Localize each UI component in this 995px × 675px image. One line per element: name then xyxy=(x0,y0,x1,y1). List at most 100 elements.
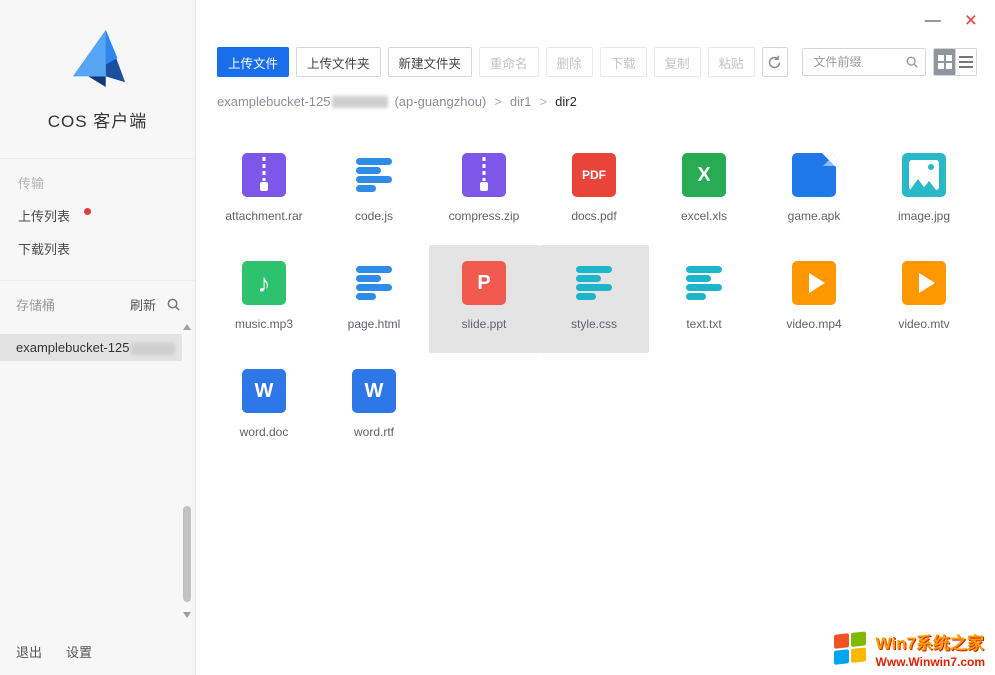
redacted-bucket-suffix xyxy=(332,96,388,108)
file-prefix-search[interactable] xyxy=(802,48,926,76)
settings-button[interactable]: 设置 xyxy=(66,642,92,661)
apk-file-icon xyxy=(792,153,836,197)
file-name-label: video.mtv xyxy=(898,317,949,331)
scroll-up-icon[interactable] xyxy=(183,324,191,330)
file-name-label: text.txt xyxy=(686,317,721,331)
file-name-label: style.css xyxy=(571,317,617,331)
breadcrumb-separator: > xyxy=(494,94,502,109)
sidebar-footer: 退出 设置 xyxy=(16,642,92,661)
window-controls: — × xyxy=(925,10,977,31)
file-tile-game.apk[interactable]: game.apk xyxy=(759,137,869,245)
upload-folder-button[interactable]: 上传文件夹 xyxy=(296,47,381,77)
cos-client-window: COS 客户端 传输 上传列表 下载列表 存储桶 刷新 examplebucke… xyxy=(0,0,995,675)
rar-archive-icon xyxy=(242,153,286,197)
toolbar-button-group: 上传文件上传文件夹新建文件夹重命名删除下载复制粘贴 xyxy=(217,47,755,77)
list-view-icon xyxy=(959,56,973,68)
video-file-icon xyxy=(792,261,836,305)
main-panel: — × 上传文件上传文件夹新建文件夹重命名删除下载复制粘贴 xyxy=(197,0,995,675)
download-button: 下载 xyxy=(600,47,647,77)
breadcrumb-separator: > xyxy=(540,94,548,109)
pdf-file-icon: PDF xyxy=(572,153,616,197)
txt-file-icon xyxy=(682,261,726,305)
file-tile-video.mp4[interactable]: video.mp4 xyxy=(759,245,869,353)
file-tile-attachment.rar[interactable]: attachment.rar xyxy=(209,137,319,245)
search-icon[interactable] xyxy=(905,55,919,69)
file-tile-slide.ppt[interactable]: Pslide.ppt xyxy=(429,245,539,353)
win7-flag-icon xyxy=(834,631,868,667)
rename-button: 重命名 xyxy=(479,47,539,77)
storage-label: 存储桶 xyxy=(16,295,130,314)
music-file-icon: ♪ xyxy=(242,261,286,305)
breadcrumb-dir-dir1[interactable]: dir1 xyxy=(510,94,532,109)
storage-section-header: 存储桶 刷新 xyxy=(0,280,195,324)
download-list-label: 下载列表 xyxy=(18,242,70,257)
upload-file-button[interactable]: 上传文件 xyxy=(217,47,289,77)
file-name-label: page.html xyxy=(348,317,401,331)
sidebar-item-download-list[interactable]: 下载列表 xyxy=(0,233,195,266)
watermark-title: Win7系统之家 xyxy=(876,629,985,654)
file-name-label: word.doc xyxy=(240,425,289,439)
grid-view-icon xyxy=(938,55,952,69)
sidebar-item-upload-list[interactable]: 上传列表 xyxy=(0,200,195,233)
bucket-refresh-link[interactable]: 刷新 xyxy=(130,295,156,314)
sidebar-scrollbar[interactable] xyxy=(182,322,193,620)
app-title: COS 客户端 xyxy=(0,107,195,132)
upload-activity-dot-icon xyxy=(84,208,91,215)
file-name-label: image.jpg xyxy=(898,209,950,223)
logout-button[interactable]: 退出 xyxy=(16,642,42,661)
sidebar: COS 客户端 传输 上传列表 下载列表 存储桶 刷新 examplebucke… xyxy=(0,0,196,675)
bucket-search-icon[interactable] xyxy=(166,297,181,312)
sidebar-item-transfer[interactable]: 传输 xyxy=(0,167,195,200)
refresh-button[interactable] xyxy=(762,47,789,77)
file-tile-image.jpg[interactable]: image.jpg xyxy=(869,137,979,245)
app-logo xyxy=(0,0,195,93)
bucket-list-item[interactable]: examplebucket-125 xyxy=(0,334,182,361)
watermark: Win7系统之家 Www.Winwin7.com xyxy=(834,629,985,669)
grid-view-toggle[interactable] xyxy=(934,49,955,75)
scroll-down-icon[interactable] xyxy=(183,612,191,618)
file-name-label: excel.xls xyxy=(681,209,727,223)
ppt-file-icon: P xyxy=(462,261,506,305)
breadcrumb-bucket[interactable]: examplebucket-125 xyxy=(217,94,330,109)
file-tile-word.doc[interactable]: Wword.doc xyxy=(209,353,319,461)
file-grid: attachment.rar code.js compress.zipPDFdocs… xyxy=(209,137,995,461)
list-view-toggle[interactable] xyxy=(955,49,976,75)
breadcrumb: examplebucket-125 (ap-guangzhou) > dir1 > d… xyxy=(197,94,995,109)
breadcrumb-region: (ap-guangzhou) xyxy=(394,94,486,109)
close-button[interactable]: × xyxy=(965,10,977,31)
word-file-icon: W xyxy=(242,369,286,413)
file-tile-docs.pdf[interactable]: PDFdocs.pdf xyxy=(539,137,649,245)
minimize-button[interactable]: — xyxy=(925,13,941,29)
redacted-bucket-suffix xyxy=(131,343,175,355)
file-tile-text.txt[interactable]: text.txt xyxy=(649,245,759,353)
file-tile-excel.xls[interactable]: Xexcel.xls xyxy=(649,137,759,245)
file-name-label: attachment.rar xyxy=(225,209,302,223)
new-folder-button[interactable]: 新建文件夹 xyxy=(388,47,473,77)
file-tile-page.html[interactable]: page.html xyxy=(319,245,429,353)
view-toggle-group xyxy=(933,48,977,76)
file-tile-word.rtf[interactable]: Wword.rtf xyxy=(319,353,429,461)
file-tile-code.js[interactable]: code.js xyxy=(319,137,429,245)
zip-archive-icon xyxy=(462,153,506,197)
file-name-label: code.js xyxy=(355,209,393,223)
file-tile-compress.zip[interactable]: compress.zip xyxy=(429,137,539,245)
scrollbar-thumb[interactable] xyxy=(183,506,191,602)
copy-button: 复制 xyxy=(654,47,701,77)
upload-list-label: 上传列表 xyxy=(18,209,70,224)
video-file-icon xyxy=(902,261,946,305)
html-file-icon xyxy=(352,261,396,305)
file-tile-video.mtv[interactable]: video.mtv xyxy=(869,245,979,353)
file-tile-music.mp3[interactable]: ♪ music.mp3 xyxy=(209,245,319,353)
toolbar: 上传文件上传文件夹新建文件夹重命名删除下载复制粘贴 xyxy=(197,46,995,78)
file-name-label: game.apk xyxy=(788,209,841,223)
paste-button: 粘贴 xyxy=(708,47,755,77)
file-name-label: slide.ppt xyxy=(462,317,507,331)
css-file-icon xyxy=(572,261,616,305)
file-tile-style.css[interactable]: style.css xyxy=(539,245,649,353)
breadcrumb-dir-dir2: dir2 xyxy=(555,94,577,109)
js-file-icon xyxy=(352,153,396,197)
cos-logo-icon xyxy=(63,26,133,88)
file-name-label: music.mp3 xyxy=(235,317,293,331)
search-input[interactable] xyxy=(811,54,905,70)
watermark-url: Www.Winwin7.com xyxy=(876,655,985,669)
